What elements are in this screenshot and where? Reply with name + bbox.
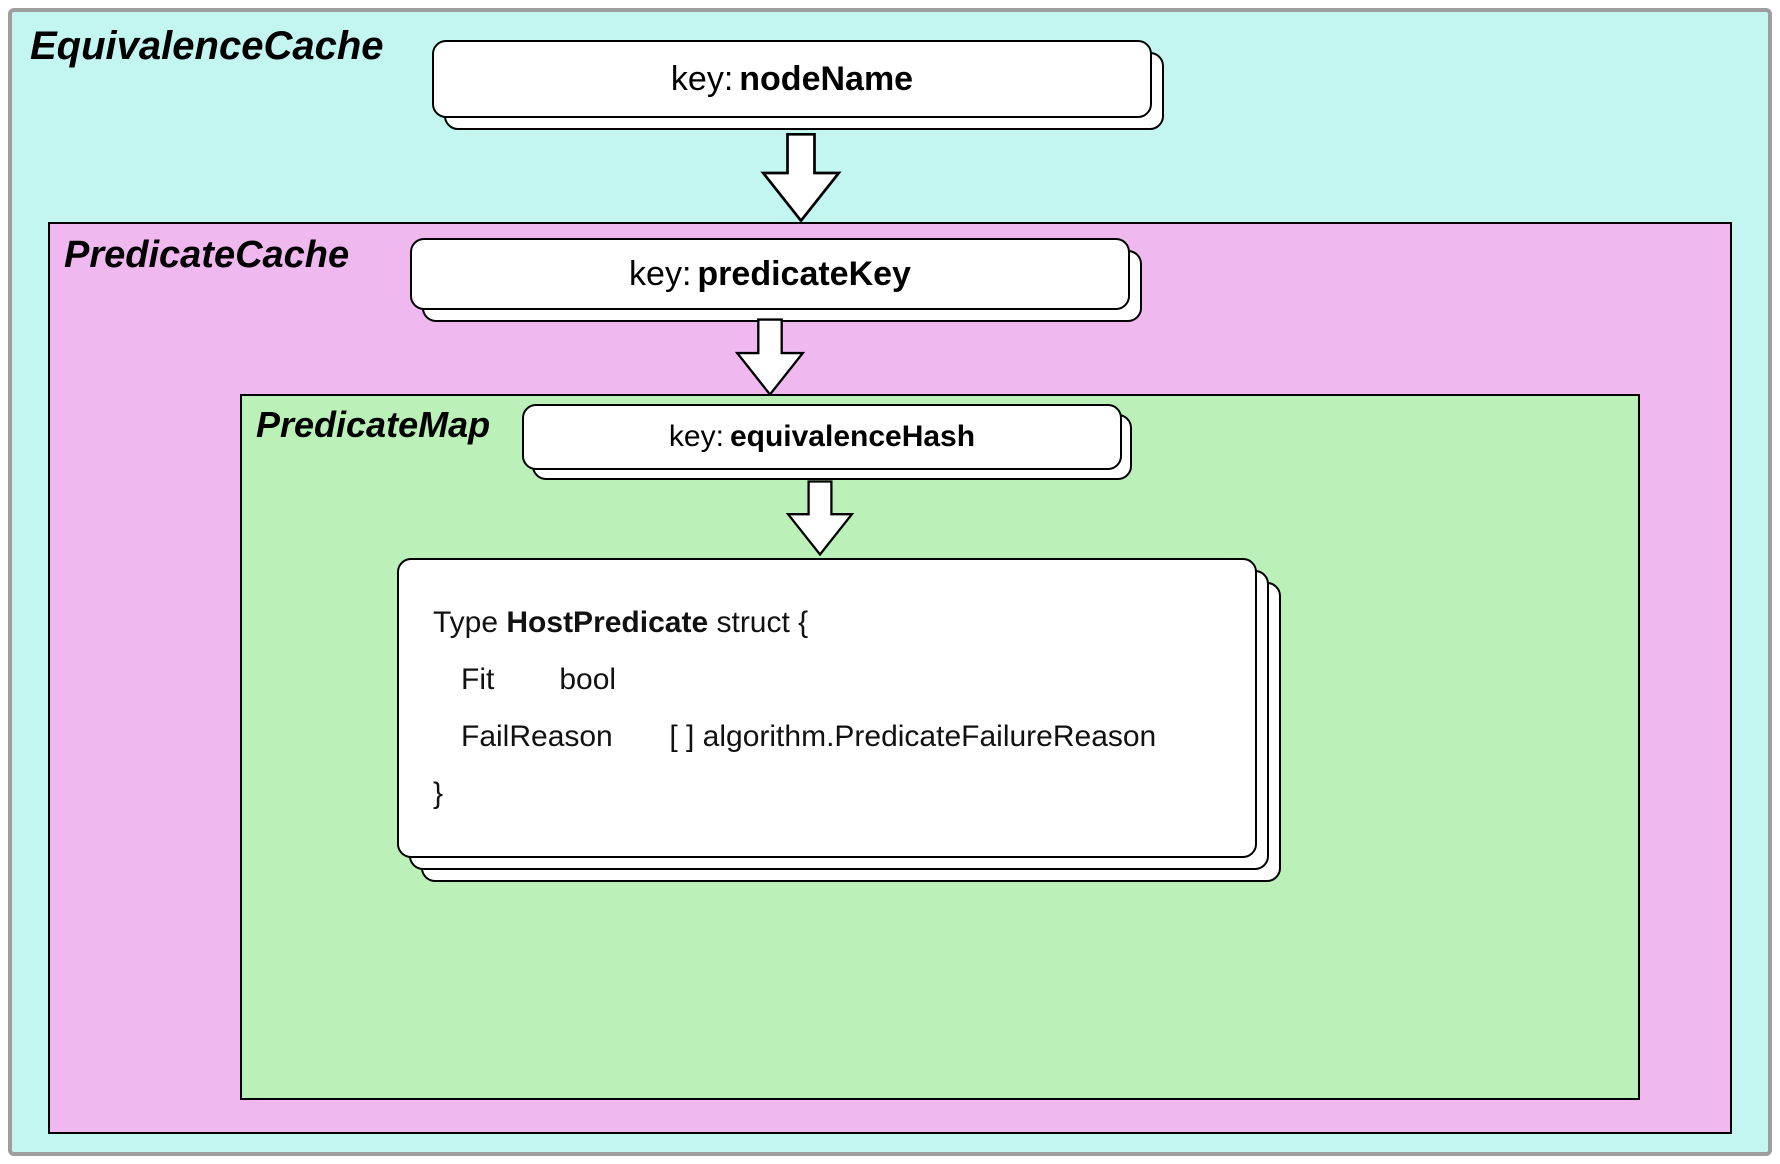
key-value: equivalenceHash xyxy=(730,420,975,454)
predicate-key-label: key: predicateKey xyxy=(412,240,1128,308)
predicate-key-card: key: predicateKey xyxy=(410,238,1130,310)
struct-decl: Type HostPredicate struct { xyxy=(433,594,1221,651)
predicate-cache-box: PredicateCache key: predicateKey xyxy=(48,222,1732,1134)
key-value: predicateKey xyxy=(697,255,911,294)
struct-name: HostPredicate xyxy=(506,606,708,639)
diagram-canvas: EquivalenceCache key: nodeName Predicate… xyxy=(0,0,1780,1164)
predicate-key-card-stack: key: predicateKey xyxy=(410,238,1130,316)
key-label: key: xyxy=(671,60,733,99)
equivalence-hash-card: key: equivalenceHash xyxy=(522,404,1122,470)
host-predicate-card: Type HostPredicate struct { Fit bool xyxy=(397,558,1257,858)
key-label: key: xyxy=(629,255,691,294)
node-name-card-stack: key: nodeName xyxy=(432,40,1152,124)
struct-close: } xyxy=(433,765,1221,822)
predicate-map-title: PredicateMap xyxy=(256,404,490,446)
node-name-card: key: nodeName xyxy=(432,40,1152,118)
struct-field: FailReason [ ] algorithm.PredicateFailur… xyxy=(433,708,1221,765)
equivalence-hash-card-stack: key: equivalenceHash xyxy=(522,404,1122,476)
equivalence-hash-label: key: equivalenceHash xyxy=(524,406,1120,468)
struct-keyword: struct { xyxy=(716,606,808,639)
arrow-down-icon xyxy=(756,130,846,225)
equivalence-cache-title: EquivalenceCache xyxy=(30,24,384,69)
field-type: bool xyxy=(559,663,616,696)
struct-field: Fit bool xyxy=(433,651,1221,708)
predicate-cache-title: PredicateCache xyxy=(64,234,349,277)
node-name-label: key: nodeName xyxy=(434,42,1150,116)
arrow-down-icon xyxy=(782,480,858,556)
field-name: Fit xyxy=(461,651,551,708)
key-label: key: xyxy=(669,420,724,454)
host-predicate-card-stack: Type HostPredicate struct { Fit bool xyxy=(397,558,1257,858)
arrow-down-icon xyxy=(730,318,810,396)
host-predicate-struct: Type HostPredicate struct { Fit bool xyxy=(399,560,1255,856)
type-keyword: Type xyxy=(433,606,498,639)
field-type: [ ] algorithm.PredicateFailureReason xyxy=(669,720,1156,753)
field-name: FailReason xyxy=(461,708,661,765)
predicate-map-box: PredicateMap key: equivalenceHash xyxy=(240,394,1640,1100)
key-value: nodeName xyxy=(739,60,913,99)
equivalence-cache-box: EquivalenceCache key: nodeName Predicate… xyxy=(8,8,1772,1156)
